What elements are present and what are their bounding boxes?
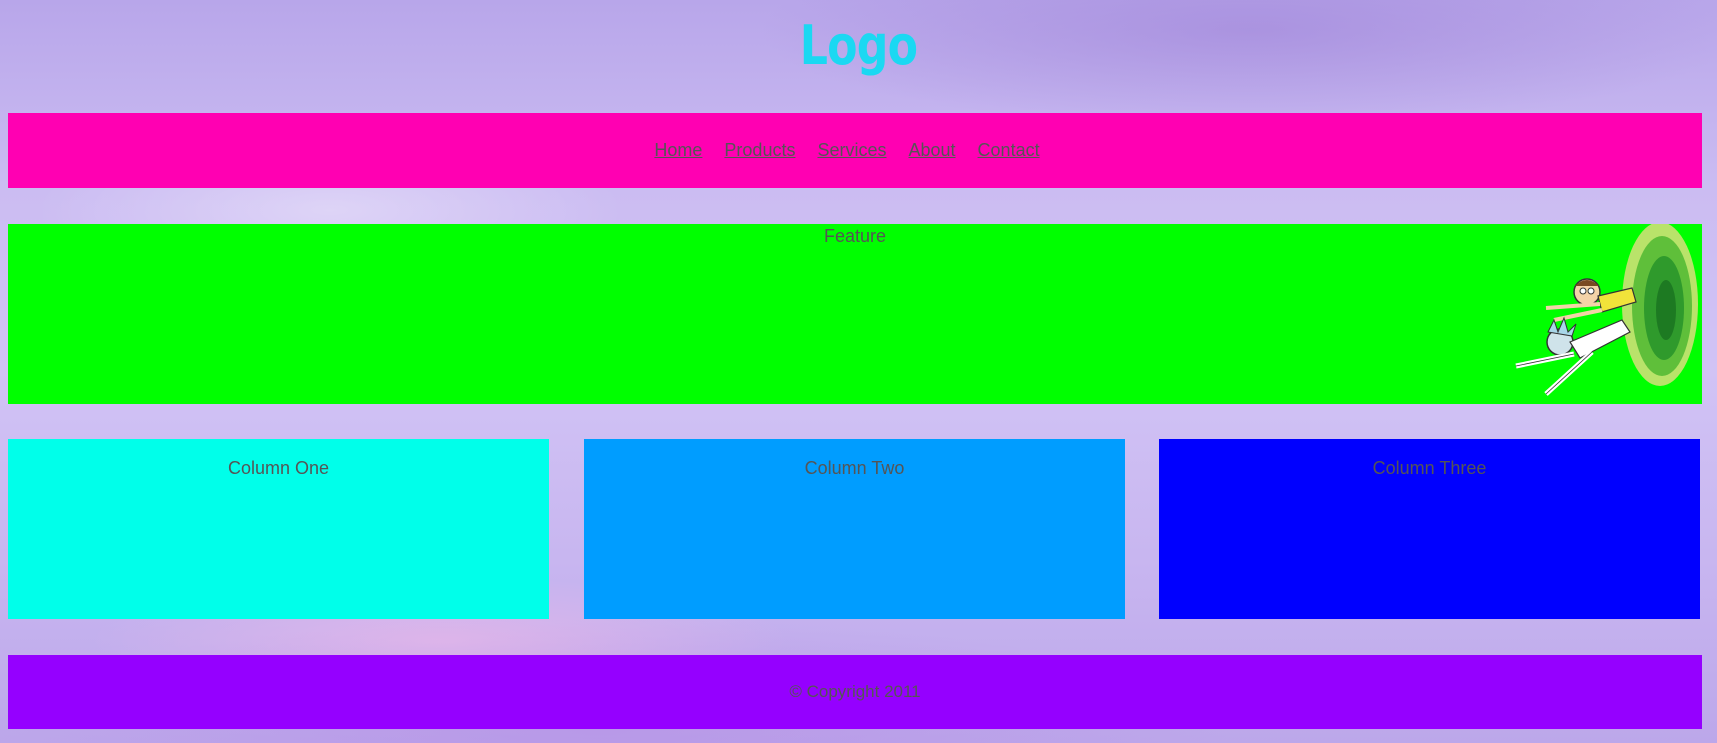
site-logo: Logo <box>799 14 918 77</box>
column-two: Column Two <box>584 439 1125 619</box>
nav-link-about[interactable]: About <box>909 140 956 161</box>
column-two-title: Column Two <box>804 458 905 478</box>
column-one: Column One <box>8 439 549 619</box>
main-nav: Home Products Services About Contact <box>8 113 1702 188</box>
copyright-text: © Copyright 2011 <box>789 682 921 701</box>
portal-illustration-icon <box>1515 224 1698 396</box>
nav-link-products[interactable]: Products <box>724 140 795 161</box>
column-one-title: Column One <box>227 458 330 478</box>
column-three-title: Column Three <box>1372 458 1487 478</box>
nav-link-contact[interactable]: Contact <box>978 140 1040 161</box>
feature-section: Feature <box>8 224 1702 404</box>
page-footer: © Copyright 2011 <box>8 655 1702 729</box>
nav-link-services[interactable]: Services <box>817 140 886 161</box>
column-three: Column Three <box>1159 439 1700 619</box>
feature-title: Feature <box>823 226 887 246</box>
nav-link-home[interactable]: Home <box>654 140 702 161</box>
